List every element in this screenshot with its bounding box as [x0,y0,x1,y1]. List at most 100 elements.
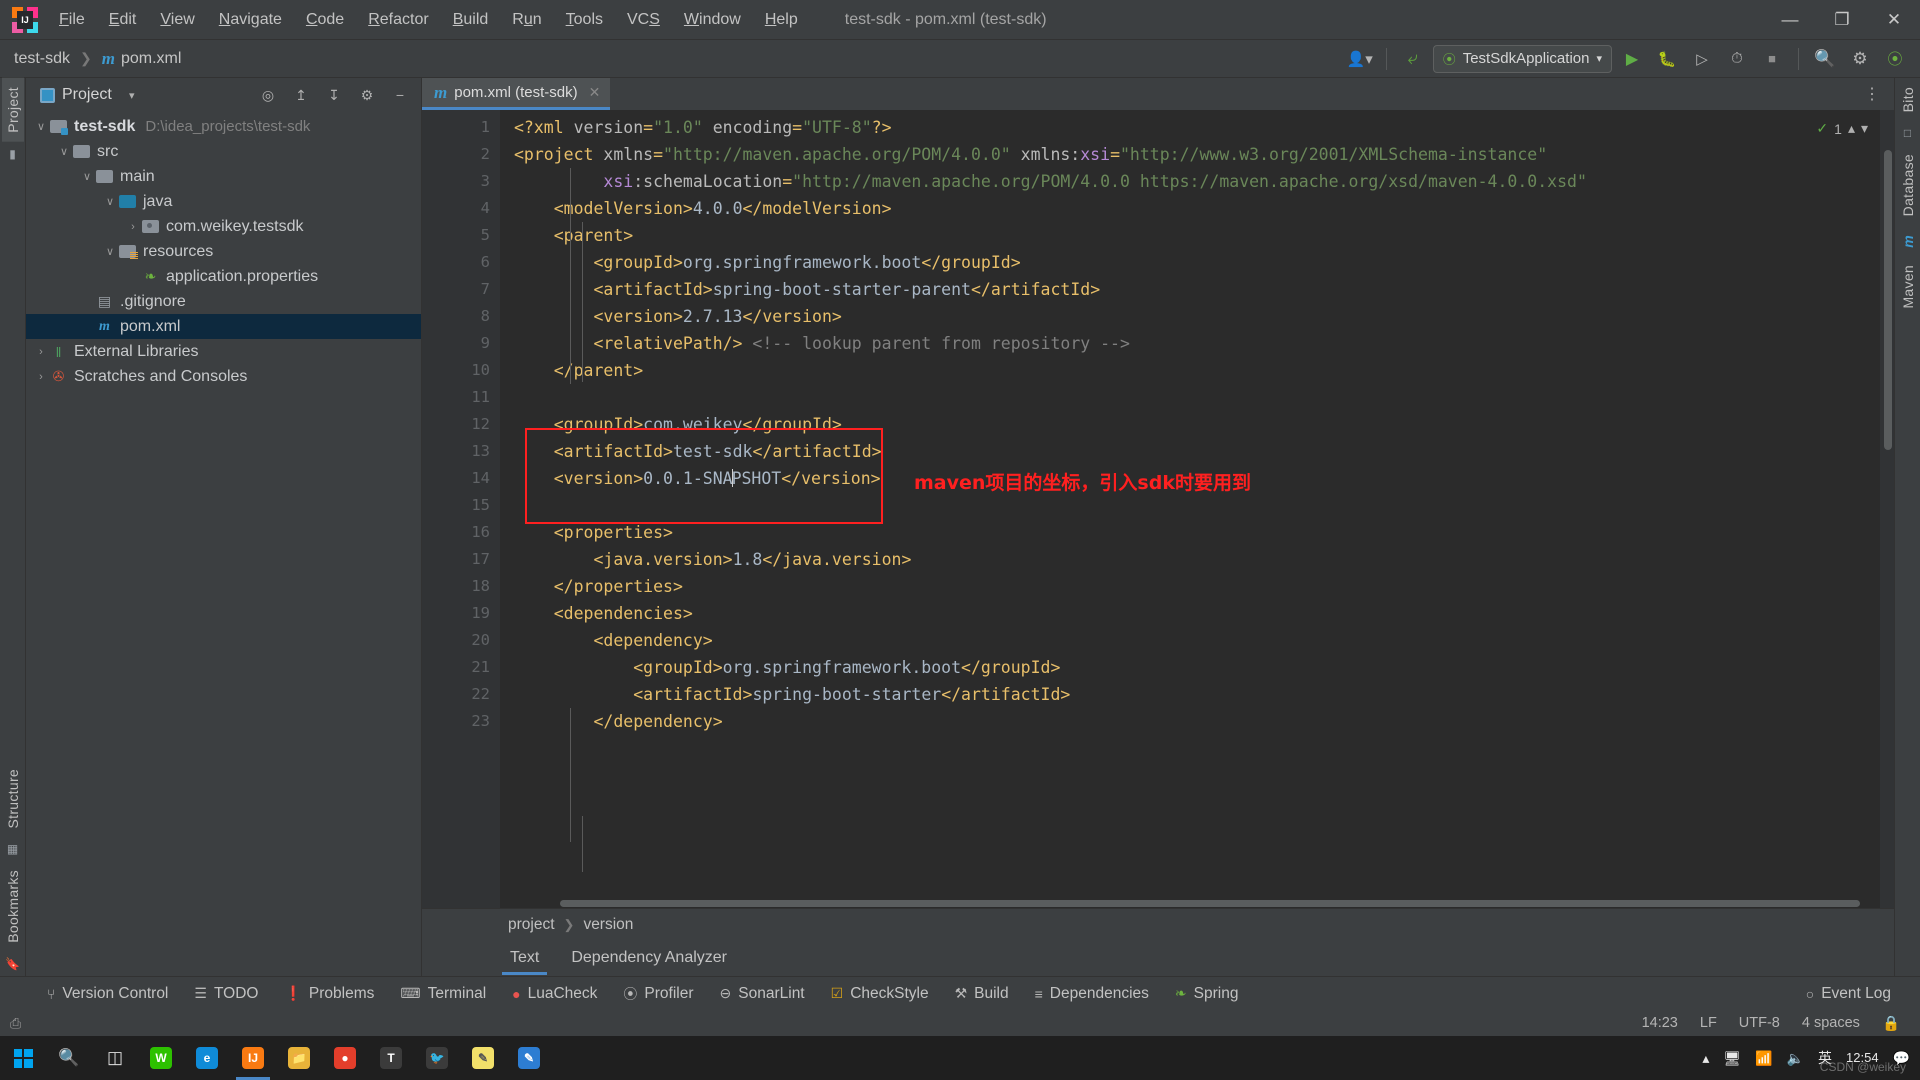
gutter-line-6[interactable]: 6 [422,249,500,276]
gutter-line-2[interactable]: 2− [422,141,500,168]
menu-item-code[interactable]: Code [295,6,355,34]
tree-item-resources[interactable]: ∨resources [26,239,421,264]
run-configuration-selector[interactable]: ⦿ TestSdkApplication ▾ [1433,45,1612,73]
gutter-line-18[interactable]: 18 [422,573,500,600]
breadcrumb-node-project[interactable]: project [508,916,555,934]
tool-window-terminal[interactable]: ⌨Terminal [389,981,497,1007]
tab-text[interactable]: Text [494,942,555,974]
chevron-down-icon[interactable]: ▾ [119,82,145,108]
tool-window-profiler[interactable]: ⦿Profiler [612,980,704,1008]
collapse-all-icon[interactable]: ↧ [321,82,347,108]
tree-item-pom-xml[interactable]: mpom.xml [26,314,421,339]
debug-button[interactable]: 🐛 [1652,45,1682,73]
run-with-coverage-button[interactable]: ▷ [1687,45,1717,73]
tool-window-luacheck[interactable]: ●LuaCheck [501,981,608,1007]
code-line-4[interactable]: <modelVersion>4.0.0</modelVersion> [500,195,1894,222]
wifi-icon[interactable]: 📶 [1755,1050,1772,1067]
gutter-line-20[interactable]: 20−↻ [422,627,500,654]
code-line-13[interactable]: <artifactId>test-sdk</artifactId> [500,438,1894,465]
indent-setting[interactable]: 4 spaces [1802,1015,1860,1031]
gutter-line-12[interactable]: 12 [422,411,500,438]
tab-dependency-analyzer[interactable]: Dependency Analyzer [555,942,743,974]
maximize-button[interactable]: ❐ [1816,0,1868,40]
code-line-17[interactable]: <java.version>1.8</java.version> [500,546,1894,573]
tool-window-spring[interactable]: ❧Spring [1164,981,1250,1007]
file-encoding[interactable]: UTF-8 [1739,1015,1780,1031]
gutter-line-17[interactable]: 17 [422,546,500,573]
chevron-down-icon[interactable]: ∨ [55,145,73,158]
taskbar-wechat-icon[interactable]: W [138,1036,184,1080]
taskbar-edge-icon[interactable]: e [184,1036,230,1080]
chevron-up-icon[interactable]: ▴ [1848,120,1855,137]
gutter-line-15[interactable]: 15 [422,492,500,519]
gutter-line-1[interactable]: 1 [422,114,500,141]
code-line-9[interactable]: <relativePath/> <!-- lookup parent from … [500,330,1894,357]
sidebar-item-bito[interactable]: Bito [1897,78,1919,121]
chevron-down-icon[interactable]: ∨ [78,170,96,183]
chevron-down-icon[interactable]: ∨ [101,245,119,258]
minimize-button[interactable]: — [1764,0,1816,40]
gutter-line-5[interactable]: 5− [422,222,500,249]
breadcrumb-file[interactable]: pom.xml [121,50,181,68]
chevron-down-icon[interactable]: ∨ [32,120,50,133]
monitor-icon[interactable]: 🖥 [1723,1050,1741,1067]
updates-icon[interactable]: ⦿ [1880,45,1910,73]
code-line-12[interactable]: <groupId>com.weikey</groupId> [500,411,1894,438]
close-icon[interactable]: ✕ [589,84,601,101]
hide-icon[interactable]: − [387,82,413,108]
lock-status-icon[interactable]: 🔒 [1882,1015,1900,1032]
editor-gutter[interactable]: 12−345−67891011121314●1516−171819−20−↻21… [422,110,500,908]
menu-item-help[interactable]: Help [754,6,809,34]
tool-window-version-control[interactable]: ⑂Version Control [36,981,179,1007]
code-line-18[interactable]: </properties> [500,573,1894,600]
chevron-right-icon[interactable]: › [124,221,142,233]
sidebar-item-project[interactable]: Project [2,78,24,142]
tree-item-java[interactable]: ∨java [26,189,421,214]
gutter-line-14[interactable]: 14● [422,465,500,492]
taskbar-idea-icon[interactable]: IJ [230,1036,276,1080]
tree-item-application-properties[interactable]: ❧application.properties [26,264,421,289]
taskbar-chrome-icon[interactable]: ● [322,1036,368,1080]
code-line-23[interactable]: </dependency> [500,708,1894,735]
gutter-line-7[interactable]: 7 [422,276,500,303]
tool-window-checkstyle[interactable]: ☑CheckStyle [820,981,940,1007]
menu-item-navigate[interactable]: Navigate [208,6,293,34]
chevron-up-icon[interactable]: ▴ [1702,1050,1709,1067]
chevron-down-icon[interactable]: ▾ [1861,120,1868,137]
sidebar-item-maven-icon[interactable]: m [1897,226,1919,257]
expand-all-icon[interactable]: ↥ [288,82,314,108]
tool-window-event-log[interactable]: ○Event Log [1795,981,1902,1007]
breadcrumb-node-version[interactable]: version [583,916,633,934]
code-line-20[interactable]: <dependency> [500,627,1894,654]
tree-item-com-weikey-testsdk[interactable]: ›com.weikey.testsdk [26,214,421,239]
gutter-line-13[interactable]: 13 [422,438,500,465]
gutter-line-9[interactable]: 9 [422,330,500,357]
menu-item-window[interactable]: Window [673,6,752,34]
stop-button[interactable]: ■ [1757,45,1787,73]
taskbar-qq-icon[interactable]: 🐦 [414,1036,460,1080]
chevron-right-icon[interactable]: › [32,371,50,383]
profile-button[interactable]: ⏱ [1722,45,1752,73]
gutter-line-23[interactable]: 23 [422,708,500,735]
gutter-line-8[interactable]: 8 [422,303,500,330]
line-separator[interactable]: LF [1700,1015,1717,1031]
taskbar-search-icon[interactable]: 🔍 [46,1036,92,1080]
code-line-11[interactable] [500,384,1894,411]
menu-item-edit[interactable]: Edit [98,6,148,34]
settings-gear-icon[interactable]: ⚙ [1845,45,1875,73]
taskbar-explorer-icon[interactable]: 📁 [276,1036,322,1080]
search-icon[interactable]: 🔍 [1810,45,1840,73]
taskbar-task-view-icon[interactable]: ◫ [92,1036,138,1080]
code-line-21[interactable]: <groupId>org.springframework.boot</group… [500,654,1894,681]
code-line-15[interactable] [500,492,1894,519]
bookmark-icon[interactable]: 🔖 [5,952,20,976]
select-opened-file-icon[interactable]: ◎ [255,82,281,108]
settings-gear-icon[interactable]: ⚙ [354,82,380,108]
lock-icon[interactable]: ⎙ [10,1015,21,1032]
menu-item-vcs[interactable]: VCS [616,6,671,34]
tool-window-dependencies[interactable]: ≡Dependencies [1024,981,1160,1007]
tool-window-todo[interactable]: ☰TODO [183,981,269,1007]
editor-tab-pom-xml[interactable]: m pom.xml (test-sdk) ✕ [422,78,610,110]
code-line-5[interactable]: <parent> [500,222,1894,249]
tool-window-build[interactable]: ⚒Build [944,981,1020,1007]
